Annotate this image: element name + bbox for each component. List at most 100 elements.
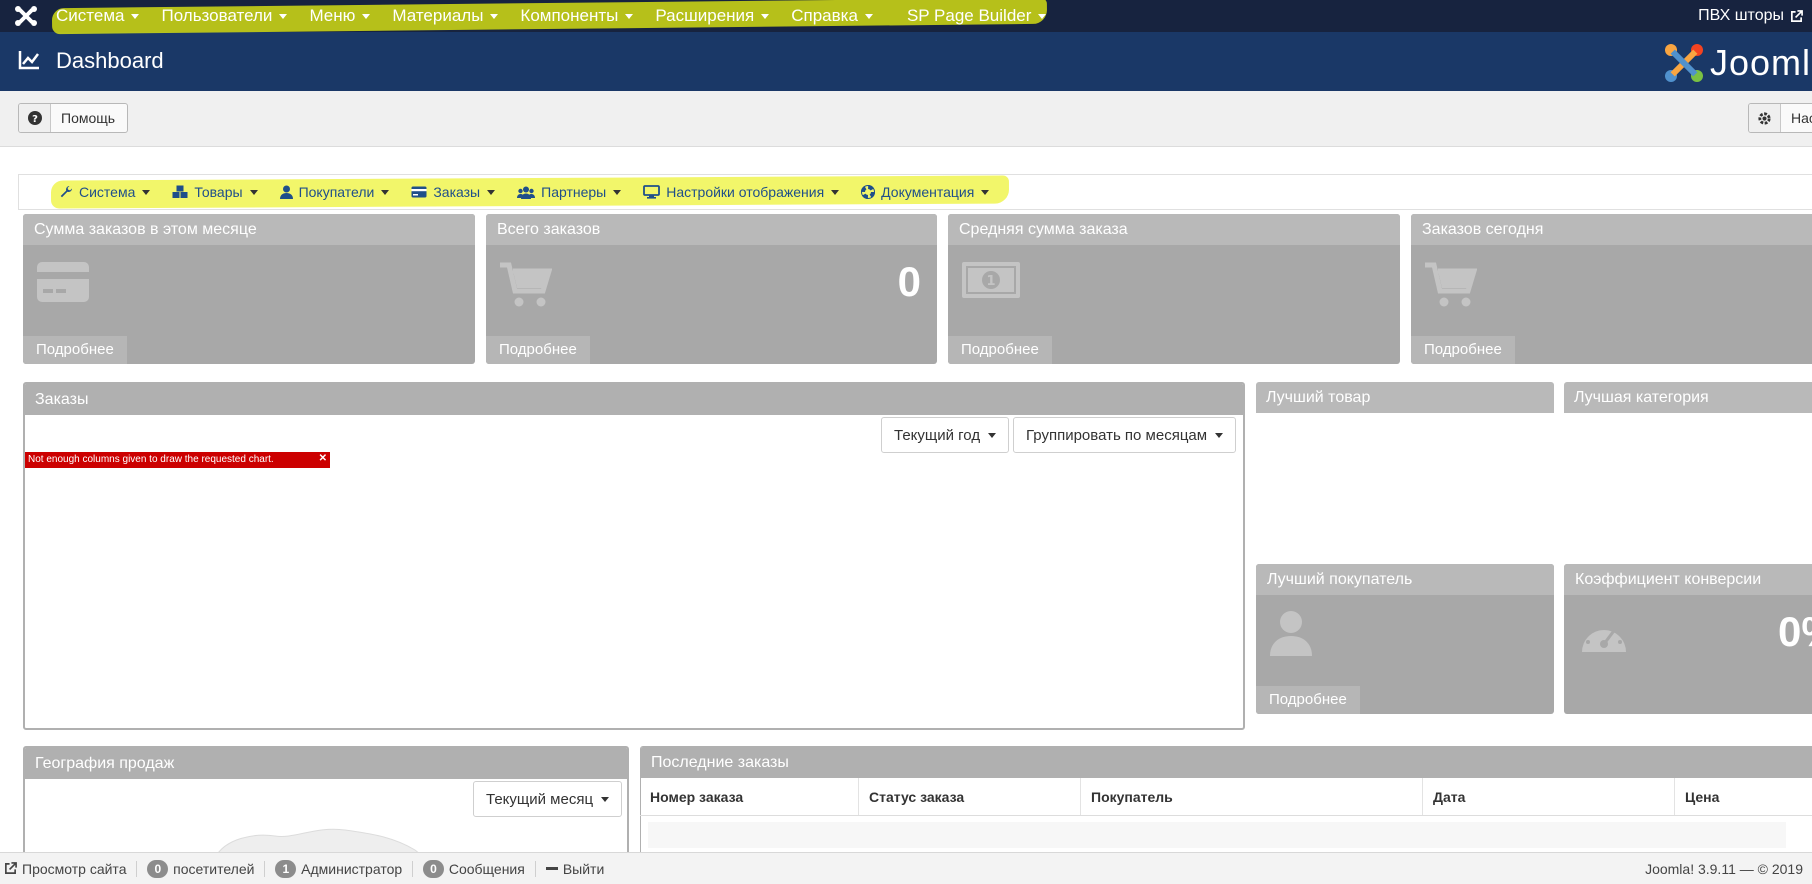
- caret-down-icon: [831, 189, 840, 195]
- submenu-display-settings[interactable]: Настройки отображения: [643, 184, 840, 200]
- recent-orders-table-header: Номер заказа Статус заказа Покупатель Да…: [640, 778, 1812, 816]
- submenu-documentation[interactable]: Документация: [861, 184, 990, 200]
- admins-link[interactable]: 1 Администратор: [265, 859, 414, 878]
- svg-text:1: 1: [986, 274, 995, 289]
- grouping-select[interactable]: Группировать по месяцам: [1013, 417, 1237, 453]
- card-value: 0: [897, 258, 921, 305]
- caret-down-icon: [864, 13, 873, 19]
- chart-error-message: Not enough columns given to draw the req…: [25, 452, 330, 468]
- caret-down-icon: [988, 432, 997, 438]
- more-link[interactable]: Подробнее: [1256, 686, 1360, 714]
- column-order-number[interactable]: Номер заказа: [640, 778, 859, 815]
- best-product-panel: Лучший товар: [1256, 382, 1554, 548]
- version-text: Joomla! 3.9.11 — © 2019: [1645, 861, 1803, 877]
- table-row: [648, 822, 1786, 848]
- messages-link[interactable]: 0 Сообщения: [413, 859, 536, 878]
- joomla-logo-icon[interactable]: [14, 5, 38, 27]
- stat-card-total-orders: Всего заказов 0 Подробнее: [486, 214, 937, 364]
- menu-components[interactable]: Компоненты: [520, 6, 634, 26]
- cart-icon: [1425, 262, 1477, 307]
- submenu-system[interactable]: Система: [59, 184, 151, 200]
- submenu-orders[interactable]: Заказы: [411, 184, 496, 200]
- admins-badge: 1: [275, 859, 297, 878]
- wrench-icon: [60, 186, 72, 198]
- close-icon[interactable]: ✕: [319, 453, 327, 464]
- stat-card-today-orders: Заказов сегодня Подробнее: [1411, 214, 1812, 364]
- card-title: Заказов сегодня: [1411, 214, 1812, 245]
- submenu-customers[interactable]: Покупатели: [279, 184, 390, 200]
- cart-icon: [500, 262, 552, 307]
- user-icon: [1270, 611, 1312, 656]
- page-title: Dashboard: [56, 48, 164, 73]
- column-date[interactable]: Дата: [1423, 778, 1675, 815]
- column-customer[interactable]: Покупатель: [1081, 778, 1423, 815]
- conversion-card: Коэффициент конверсии 0%: [1564, 564, 1812, 714]
- column-order-status[interactable]: Статус заказа: [859, 778, 1081, 815]
- caret-down-icon: [381, 189, 390, 195]
- caret-down-icon: [1215, 432, 1224, 438]
- question-icon: ?: [27, 111, 42, 125]
- status-bar: Просмотр сайта 0 посетителей 1 Администр…: [0, 852, 1812, 884]
- caret-down-icon: [487, 189, 496, 195]
- dashboard-gauge-icon: [1582, 624, 1626, 652]
- menu-extensions[interactable]: Расширения: [655, 6, 770, 26]
- card-title: Коэффициент конверсии: [1564, 564, 1812, 595]
- chart-area-icon: [18, 51, 39, 70]
- menu-users[interactable]: Пользователи: [161, 6, 288, 26]
- view-site-link[interactable]: Просмотр сайта: [0, 860, 138, 877]
- card-title: Всего заказов: [486, 214, 937, 245]
- options-button[interactable]: Настройки: [1748, 103, 1812, 133]
- more-link[interactable]: Подробнее: [1411, 336, 1515, 364]
- gear-icon: [1758, 111, 1771, 125]
- stat-card-avg-order: Средняя сумма заказа 1 Подробнее: [948, 214, 1400, 364]
- panel-title: Лучший товар: [1256, 382, 1554, 413]
- panel-title: География продаж: [25, 748, 627, 779]
- external-link-icon: [5, 862, 17, 874]
- best-customer-card: Лучший покупатель Подробнее: [1256, 564, 1554, 714]
- user-icon: [279, 185, 293, 199]
- messages-badge: 0: [423, 859, 444, 878]
- logout-link[interactable]: Выйти: [536, 861, 614, 877]
- caret-down-icon: [362, 13, 371, 19]
- minus-icon: [545, 866, 558, 870]
- visitors-link[interactable]: 0 посетителей: [137, 859, 266, 878]
- panel-title: Заказы: [25, 384, 1243, 415]
- menu-menus[interactable]: Меню: [309, 6, 371, 26]
- menu-sp-page-builder[interactable]: SP Page Builder: [907, 6, 1047, 26]
- site-link[interactable]: ПВХ шторы: [1698, 7, 1803, 25]
- menu-system[interactable]: Система: [56, 6, 140, 26]
- joomla-color-logo-icon: [1665, 44, 1703, 82]
- caret-down-icon: [131, 13, 140, 19]
- card-value: 0%: [1778, 608, 1812, 655]
- best-category-panel: Лучшая категория: [1564, 382, 1812, 548]
- money-icon: 1: [962, 262, 1020, 298]
- card-title: Лучший покупатель: [1256, 564, 1554, 595]
- menu-content[interactable]: Материалы: [392, 6, 499, 26]
- more-link[interactable]: Подробнее: [23, 336, 127, 364]
- more-link[interactable]: Подробнее: [948, 336, 1052, 364]
- more-link[interactable]: Подробнее: [486, 336, 590, 364]
- caret-down-icon: [761, 13, 770, 19]
- svg-text:?: ?: [32, 114, 38, 125]
- caret-down-icon: [1038, 13, 1047, 19]
- caret-down-icon: [981, 189, 990, 195]
- panel-title: Лучшая категория: [1564, 382, 1812, 413]
- credit-card-icon: [37, 262, 89, 302]
- life-ring-icon: [861, 185, 876, 199]
- joomla-brand: Joomla: [1664, 42, 1812, 84]
- caret-down-icon: [490, 13, 499, 19]
- period-select[interactable]: Текущий год: [881, 417, 1010, 453]
- menu-help[interactable]: Справка: [791, 6, 873, 26]
- stat-card-month-sum: Сумма заказов в этом месяце Подробнее: [23, 214, 475, 364]
- column-price[interactable]: Цена: [1675, 778, 1812, 815]
- panel-title: Последние заказы: [641, 747, 1812, 778]
- submenu-partners[interactable]: Партнеры: [517, 184, 622, 200]
- submenu-products[interactable]: Товары: [172, 184, 258, 200]
- card-title: Средняя сумма заказа: [948, 214, 1400, 245]
- cubes-icon: [172, 185, 188, 198]
- top-navbar: Система Пользователи Меню Материалы Комп…: [0, 0, 1812, 35]
- caret-down-icon: [601, 796, 610, 802]
- external-link-icon: [1791, 9, 1803, 22]
- help-button[interactable]: ? Помощь: [18, 103, 129, 133]
- geo-period-select[interactable]: Текущий месяц: [473, 781, 623, 817]
